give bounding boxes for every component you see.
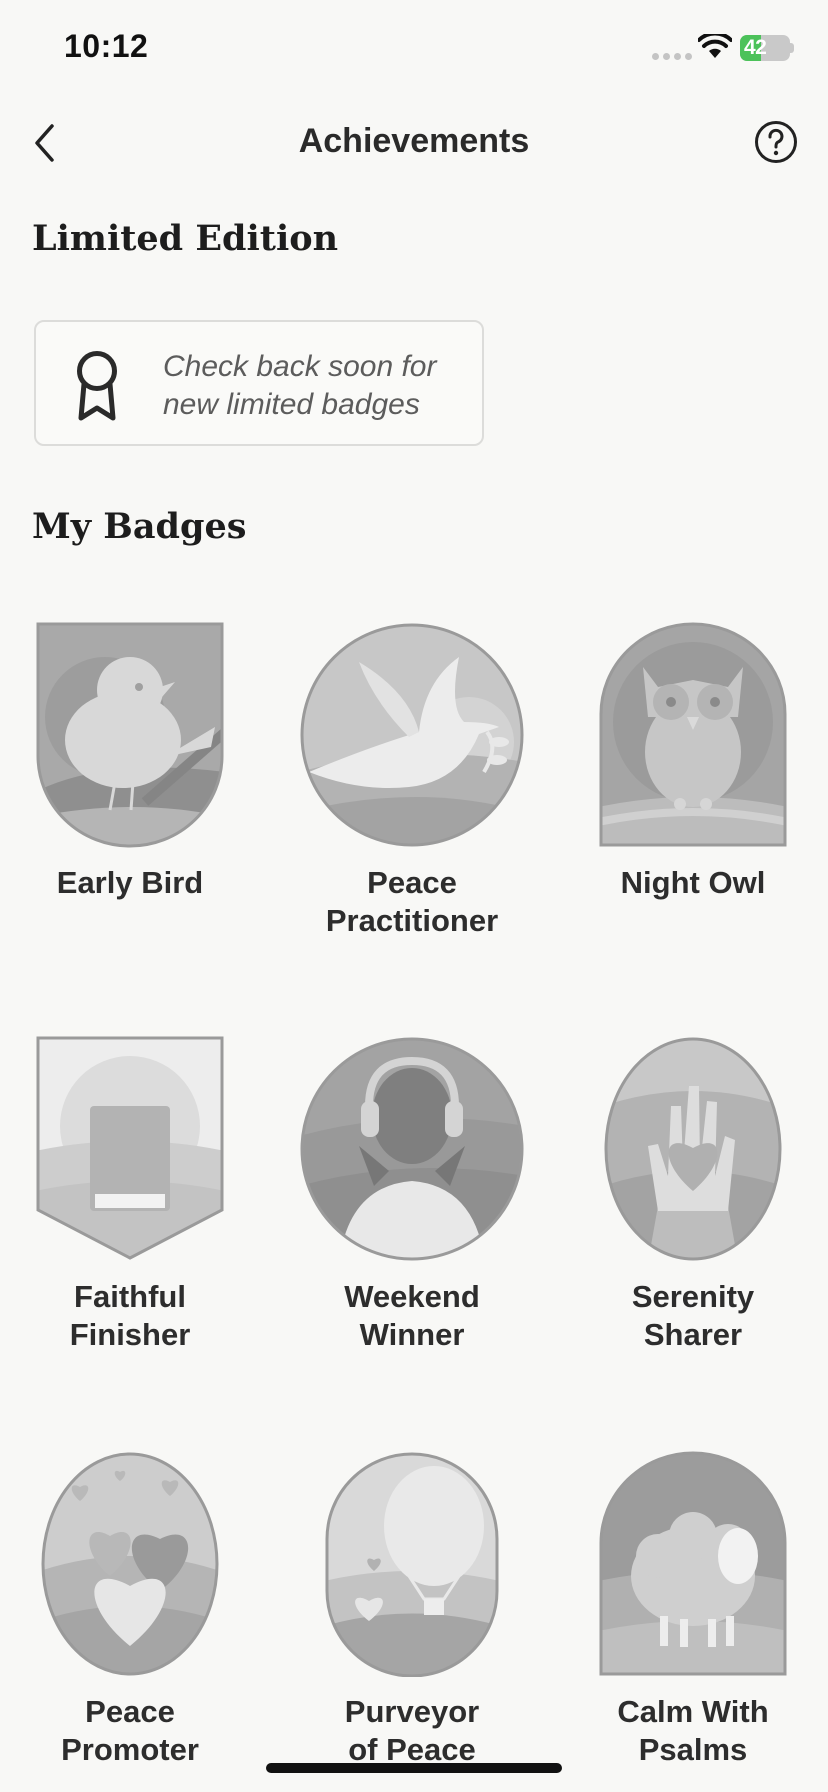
hot-air-balloon-badge-icon xyxy=(325,1452,499,1677)
badge-label: Calm With Psalms xyxy=(617,1694,769,1767)
headphones-badge-icon xyxy=(300,1037,524,1261)
sheep-badge-icon xyxy=(599,1451,787,1676)
award-ribbon-icon xyxy=(77,351,117,421)
badge-label: Weekend Winner xyxy=(344,1279,480,1352)
badge-label: Night Owl xyxy=(620,865,766,900)
badge-peace-promoter[interactable]: Peace Promoter xyxy=(0,1451,260,1769)
badge-faithful-finisher[interactable]: Faithful Finisher xyxy=(0,1036,260,1354)
early-bird-badge-icon xyxy=(36,622,224,848)
page-title: Achievements xyxy=(298,122,530,160)
cellular-signal-icon xyxy=(652,53,692,60)
dove-badge-icon xyxy=(300,623,524,847)
limited-message: Check back soon for new limited badges xyxy=(163,350,437,421)
home-indicator[interactable] xyxy=(266,1763,562,1773)
battery-level: 42 xyxy=(744,36,767,59)
wifi-icon xyxy=(698,34,732,58)
question-mark-icon xyxy=(755,121,797,163)
owl-badge-icon xyxy=(599,622,787,847)
limited-edition-heading: Limited Edition xyxy=(32,218,339,259)
badge-purveyor-of-peace[interactable]: Purveyor of Peace xyxy=(282,1451,542,1769)
badge-peace-practitioner[interactable]: Peace Practitioner xyxy=(282,622,542,940)
status-time: 10:12 xyxy=(64,28,149,64)
badge-label: Serenity Sharer xyxy=(631,1279,755,1352)
help-button[interactable] xyxy=(754,120,798,164)
battery-icon: 42 xyxy=(740,35,790,61)
badge-label: Faithful Finisher xyxy=(69,1279,191,1352)
badge-early-bird[interactable]: Early Bird xyxy=(0,622,260,902)
hand-heart-badge-icon xyxy=(604,1037,782,1261)
my-badges-heading: My Badges xyxy=(32,506,247,547)
badge-calm-with-psalms[interactable]: Calm With Psalms xyxy=(563,1451,823,1769)
limited-badges-card: Check back soon for new limited badges xyxy=(34,320,484,446)
badge-label: Purveyor of Peace xyxy=(344,1694,480,1767)
badge-weekend-winner[interactable]: Weekend Winner xyxy=(282,1036,542,1354)
badge-night-owl[interactable]: Night Owl xyxy=(563,622,823,902)
status-bar: 10:12 42 xyxy=(0,0,828,100)
hearts-badge-icon xyxy=(41,1452,219,1676)
book-badge-icon xyxy=(36,1036,224,1260)
badge-label: Peace Promoter xyxy=(61,1694,199,1767)
badge-label: Peace Practitioner xyxy=(325,865,499,938)
badge-label: Early Bird xyxy=(56,865,204,900)
badge-serenity-sharer[interactable]: Serenity Sharer xyxy=(563,1036,823,1354)
